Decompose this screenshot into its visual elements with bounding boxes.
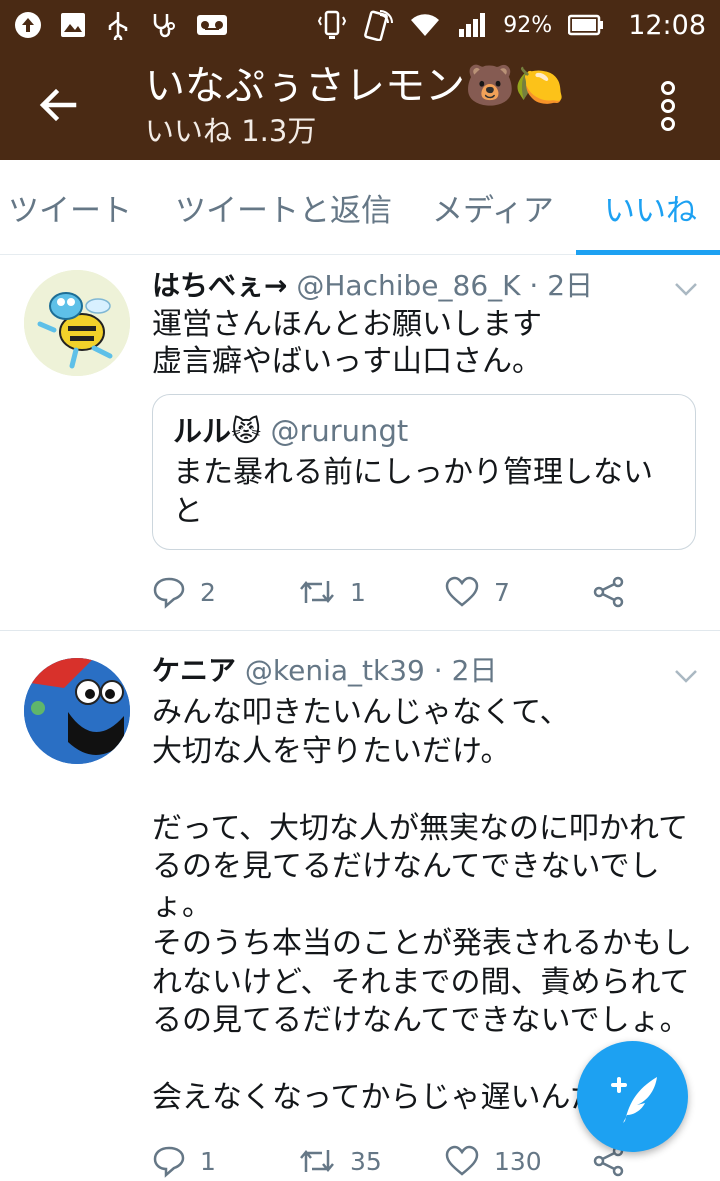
reply-count: 2 (200, 577, 216, 607)
like-action[interactable]: 130 (444, 1141, 542, 1181)
tweet-actions: 2 1 7 (152, 572, 652, 612)
share-action[interactable] (592, 572, 626, 612)
vibrate-icon (318, 10, 347, 39)
like-count: 7 (494, 577, 510, 607)
tab-tweets-and-replies[interactable]: ツイートと返信 (175, 160, 392, 255)
tab-likes[interactable]: いいね (604, 160, 697, 255)
reply-action[interactable]: 1 (152, 1141, 216, 1181)
like-action[interactable]: 7 (444, 572, 510, 612)
tab-tweets[interactable]: ツイート (8, 160, 132, 255)
author-handle: @Hachibe_86_K (296, 269, 521, 302)
clock: 12:08 (628, 9, 706, 41)
tweet-header: はちべぇ→ @Hachibe_86_K · 2日 (152, 268, 593, 304)
status-bar: 92% 12:08 (0, 0, 720, 50)
likes-count-subtitle: いいね 1.3万 (145, 114, 317, 148)
nfc-icon (364, 10, 394, 41)
author-name[interactable]: ケニア (152, 654, 236, 687)
tweet-card[interactable]: はちべぇ→ @Hachibe_86_K · 2日 運営さんほんとお願いします 虚… (0, 256, 720, 630)
battery-icon (568, 14, 604, 36)
voicemail-icon (197, 15, 227, 35)
share-icon (593, 576, 624, 608)
wifi-icon (411, 14, 440, 36)
profile-tabs: ツイート ツイートと返信 メディア いいね (0, 160, 720, 255)
quoted-tweet-header: ルル😾 @rurungt (173, 413, 408, 449)
compose-tweet-icon (611, 1077, 657, 1123)
arrow-back-icon[interactable] (34, 80, 84, 130)
retweet-action[interactable]: 35 (298, 1141, 382, 1181)
quoted-author-name: ルル😾 (173, 414, 262, 448)
chevron-down-icon[interactable] (673, 667, 699, 685)
reply-action[interactable]: 2 (152, 572, 216, 612)
bee-avatar-icon (24, 270, 130, 376)
retweet-count: 1 (350, 577, 366, 607)
avatar[interactable] (24, 658, 130, 764)
upload-icon (15, 12, 41, 38)
app-bar: いなぷぅさレモン🐻🍋 いいね 1.3万 (0, 50, 720, 160)
tab-media[interactable]: メディア (432, 160, 554, 255)
reply-count: 1 (200, 1146, 216, 1176)
author-handle: @kenia_tk39 (244, 654, 425, 687)
active-tab-indicator (576, 250, 720, 255)
signal-icon (459, 13, 486, 37)
retweet-count: 35 (350, 1146, 382, 1176)
avatar[interactable] (24, 270, 130, 376)
tweet-time: · 2日 (529, 269, 594, 302)
retweet-icon (300, 581, 334, 603)
image-icon (61, 13, 85, 37)
chevron-down-icon[interactable] (673, 280, 699, 298)
tweet-header: ケニア @kenia_tk39 · 2日 (152, 653, 497, 689)
tweet-text: 運営さんほんとお願いします 虚言癖やばいっす山口さん。 (152, 307, 542, 379)
reply-icon (153, 1146, 185, 1178)
more-vert-icon[interactable] (650, 80, 686, 132)
compose-tweet-button[interactable] (577, 1041, 688, 1152)
heart-icon (445, 1145, 479, 1176)
tweet-time: · 2日 (433, 654, 498, 687)
quoted-author-handle: @rurungt (270, 414, 409, 448)
heart-icon (445, 576, 479, 607)
battery-percent: 92% (503, 12, 553, 38)
monster-avatar-icon (24, 658, 130, 764)
like-count: 130 (494, 1146, 542, 1176)
stethoscope-icon (153, 14, 175, 38)
quoted-tweet-text: また暴れる前にしっかり管理しないと (173, 455, 653, 529)
quoted-tweet[interactable]: ルル😾 @rurungt また暴れる前にしっかり管理しないと (152, 394, 696, 550)
profile-title: いなぷぅさレモン🐻🍋 (145, 63, 565, 109)
author-name[interactable]: はちべぇ→ (152, 269, 287, 302)
retweet-action[interactable]: 1 (298, 572, 366, 612)
usb-icon (108, 12, 128, 40)
reply-icon (153, 577, 185, 609)
retweet-icon (300, 1150, 334, 1172)
